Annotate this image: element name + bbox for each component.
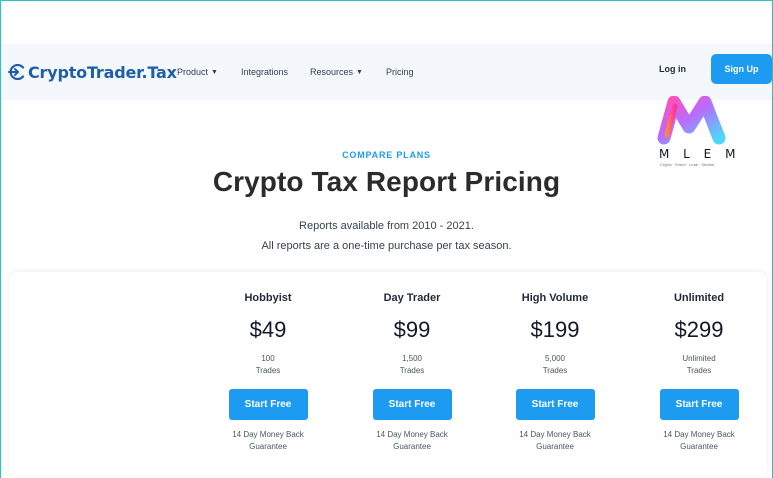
plan-trade-count: 1,500 <box>401 354 423 363</box>
plan-day-trader: Day Trader $99 1,500 Trades Start Free 1… <box>367 292 457 453</box>
signup-button[interactable]: Sign Up <box>711 54 772 84</box>
plan-price: $49 <box>249 317 287 342</box>
chevron-down-icon: ▼ <box>211 68 218 76</box>
money-back-guarantee: 14 Day Money Back Guarantee <box>510 429 600 453</box>
start-free-button[interactable]: Start Free <box>659 389 739 420</box>
guarantee-line-1: 14 Day Money Back <box>519 430 591 439</box>
guarantee-line-2: Guarantee <box>680 442 718 451</box>
mlem-logo-icon <box>657 95 726 145</box>
cryptotrader-logo-icon <box>8 64 26 80</box>
plan-price: $299 <box>674 317 724 342</box>
plan-name: High Volume <box>521 292 589 304</box>
nav-pricing[interactable]: Pricing <box>386 67 414 77</box>
plan-trade-limit: Unlimited Trades <box>654 353 744 377</box>
nav-resources[interactable]: Resources ▼ <box>310 67 363 77</box>
guarantee-line-1: 14 Day Money Back <box>232 430 304 439</box>
guarantee-line-1: 14 Day Money Back <box>376 430 448 439</box>
plan-trade-count: 100 <box>261 354 275 363</box>
plan-trade-limit: 100 Trades <box>223 353 313 377</box>
plan-price: $99 <box>393 317 431 342</box>
money-back-guarantee: 14 Day Money Back Guarantee <box>654 429 744 453</box>
main-nav: Product ▼ Integrations Resources ▼ Prici… <box>177 44 413 100</box>
guarantee-line-2: Guarantee <box>393 442 431 451</box>
hero-subtitle-line-1: Reports available from 2010 - 2021. <box>299 220 474 232</box>
nav-product[interactable]: Product ▼ <box>177 67 218 77</box>
plan-hobbyist: Hobbyist $49 100 Trades Start Free 14 Da… <box>223 292 313 453</box>
plan-name: Unlimited <box>673 292 725 304</box>
money-back-guarantee: 14 Day Money Back Guarantee <box>367 429 457 453</box>
plan-trade-limit: 5,000 Trades <box>510 353 600 377</box>
nav-product-label: Product <box>177 67 209 77</box>
nav-integrations-label: Integrations <box>240 67 288 77</box>
plan-name: Day Trader <box>383 292 441 304</box>
start-free-button[interactable]: Start Free <box>228 389 308 420</box>
money-back-guarantee: 14 Day Money Back Guarantee <box>223 429 313 453</box>
start-free-button[interactable]: Start Free <box>515 389 595 420</box>
page-title: Crypto Tax Report Pricing <box>212 166 561 197</box>
plan-trade-unit: Trades <box>255 366 281 375</box>
top-navigation: CryptoTrader.Tax Product ▼ Integrations … <box>1 44 772 100</box>
guarantee-line-2: Guarantee <box>536 442 574 451</box>
chevron-down-icon: ▼ <box>356 68 363 76</box>
plan-name: Hobbyist <box>244 292 292 304</box>
plan-trade-limit: 1,500 Trades <box>367 353 457 377</box>
login-link[interactable]: Log in <box>659 64 686 74</box>
plan-trade-unit: Trades <box>686 366 712 375</box>
plan-unlimited: Unlimited $299 Unlimited Trades Start Fr… <box>654 292 744 453</box>
plan-trade-unit: Trades <box>542 366 568 375</box>
plan-high-volume: High Volume $199 5,000 Trades Start Free… <box>510 292 600 453</box>
brand-name: CryptoTrader.Tax <box>28 62 177 82</box>
pricing-plans-card: Hobbyist $49 100 Trades Start Free 14 Da… <box>9 272 767 478</box>
plan-price: $199 <box>530 317 580 342</box>
compare-plans-label: COMPARE PLANS <box>342 150 431 160</box>
plan-trade-count: Unlimited <box>682 354 716 363</box>
guarantee-line-1: 14 Day Money Back <box>663 430 735 439</box>
plan-trade-count: 5,000 <box>544 354 566 363</box>
nav-integrations[interactable]: Integrations <box>241 67 288 77</box>
brand-logo[interactable]: CryptoTrader.Tax <box>8 56 177 88</box>
plan-trade-unit: Trades <box>399 366 425 375</box>
guarantee-line-2: Guarantee <box>249 442 287 451</box>
start-free-button[interactable]: Start Free <box>372 389 452 420</box>
nav-pricing-label: Pricing <box>385 67 414 77</box>
nav-resources-label: Resources <box>310 67 354 77</box>
hero-subtitle-line-2: All reports are a one-time purchase per … <box>261 240 512 252</box>
